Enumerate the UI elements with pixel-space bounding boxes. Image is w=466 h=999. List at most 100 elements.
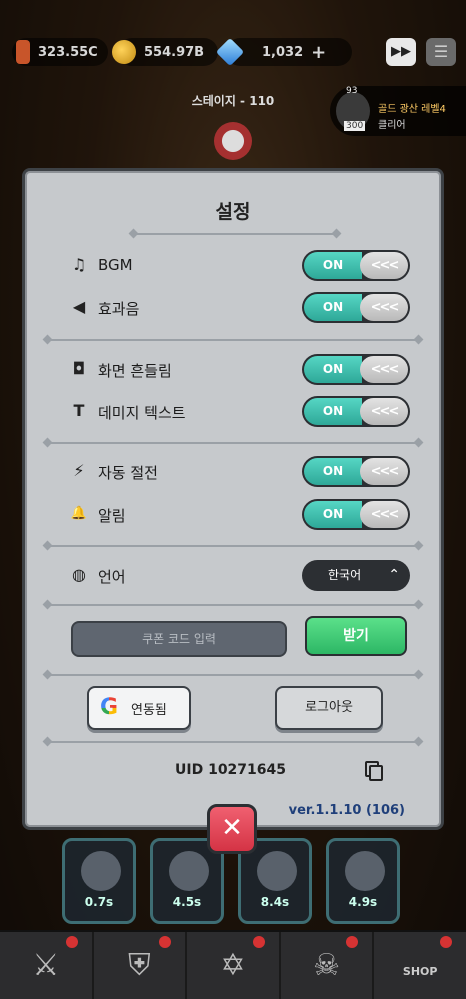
language-value: 한국어 xyxy=(328,568,362,582)
setting-label: 데미지 텍스트 xyxy=(98,404,186,422)
nav-item-weapons[interactable]: ⚔ xyxy=(0,932,94,999)
version-label: ver.1.1.10 (106) xyxy=(288,803,405,818)
camera-icon: ◘ xyxy=(72,359,86,378)
quest-title: 골드 광산 레벨4 xyxy=(378,104,446,115)
quest-progress-current: 93 xyxy=(346,86,358,96)
toggle-knob: <<< xyxy=(360,252,408,279)
setting-label: BGM xyxy=(98,256,133,274)
coin-icon xyxy=(112,40,136,64)
setting-label: 알림 xyxy=(98,507,126,525)
toggle-knob: <<< xyxy=(360,294,408,321)
toggle-knob: <<< xyxy=(360,501,408,528)
gem-value: 1,032 xyxy=(262,44,304,60)
attack-power-counter: 323.55C xyxy=(12,38,108,66)
skull-icon: ☠ xyxy=(313,948,341,983)
section-divider xyxy=(47,604,419,606)
redeem-button[interactable]: 받기 xyxy=(305,616,407,656)
setting-row-sfx: ◀ 효과음 ON <<< xyxy=(69,292,410,323)
section-divider xyxy=(47,339,419,341)
sword-icon xyxy=(16,40,30,64)
top-hud: 323.55C 554.97B 1,032 + ▶▶ ☰ xyxy=(0,0,466,100)
section-divider xyxy=(47,741,419,743)
notification-dot xyxy=(159,936,172,948)
notification-dot xyxy=(252,936,265,948)
gold-value: 554.97B xyxy=(144,44,205,60)
logout-button[interactable]: 로그아웃 xyxy=(275,686,383,730)
close-button[interactable]: ✕ xyxy=(207,804,257,854)
section-divider xyxy=(47,545,419,547)
setting-label: 자동 절전 xyxy=(98,464,158,482)
damage-text-icon: T xyxy=(73,401,85,420)
toggle-state: ON xyxy=(304,501,362,528)
hero-avatar xyxy=(345,851,385,891)
notification-dot xyxy=(439,936,452,948)
language-select[interactable]: 한국어 ⌃ xyxy=(302,560,410,591)
setting-row-notifications: 🔔 알림 ON <<< xyxy=(69,499,410,530)
gem-icon xyxy=(215,37,245,67)
speaker-icon: ◀ xyxy=(72,297,86,316)
menu-button[interactable]: ☰ xyxy=(426,38,456,66)
gem-counter[interactable]: 1,032 + xyxy=(215,37,352,67)
fast-forward-button[interactable]: ▶▶ xyxy=(386,38,416,66)
gold-counter: 554.97B xyxy=(112,38,218,66)
google-link-button[interactable]: G 연동됨 xyxy=(87,686,191,730)
language-label: 언어 xyxy=(98,568,126,586)
settings-dialog: 설정 ♫ BGM ON <<< ◀ 효과음 ON <<< ◘ 화면 흔들림 ON… xyxy=(22,168,444,830)
toggle-knob: <<< xyxy=(360,398,408,425)
hero-avatar xyxy=(81,851,121,891)
setting-row-bgm: ♫ BGM ON <<< xyxy=(69,250,410,281)
setting-row-power-save: ⚡ 자동 절전 ON <<< xyxy=(69,456,410,487)
screen-shake-toggle[interactable]: ON <<< xyxy=(302,354,410,385)
notification-dot xyxy=(65,936,78,948)
helmet-icon: ⛨ xyxy=(128,948,151,983)
copy-icon[interactable] xyxy=(365,761,383,781)
hero-avatar xyxy=(169,851,209,891)
nav-item-shop[interactable]: SHOP xyxy=(374,932,466,999)
toggle-state: ON xyxy=(304,252,362,279)
google-link-label: 연동됨 xyxy=(131,703,167,718)
bell-icon: 🔔 xyxy=(70,506,88,521)
nav-item-book[interactable]: ✡ xyxy=(187,932,281,999)
bgm-toggle[interactable]: ON <<< xyxy=(302,250,410,281)
hero-cooldown: 4.5s xyxy=(172,895,202,909)
shop-icon: SHOP xyxy=(402,965,438,978)
hero-cooldown: 8.4s xyxy=(260,895,290,909)
toggle-state: ON xyxy=(304,458,362,485)
chevron-up-icon: ⌃ xyxy=(388,567,400,583)
hero-cooldown: 0.7s xyxy=(84,895,114,909)
setting-row-damage-text: T 데미지 텍스트 ON <<< xyxy=(69,396,410,427)
google-icon: G xyxy=(97,696,121,720)
lightning-icon: ⚡ xyxy=(73,461,85,480)
toggle-knob: <<< xyxy=(360,458,408,485)
bottom-navigation: ⚔ ⛨ ✡ ☠ SHOP xyxy=(0,930,466,999)
hero-card[interactable]: 4.9s xyxy=(326,838,400,924)
toggle-state: ON xyxy=(304,294,362,321)
hero-card[interactable]: 0.7s xyxy=(62,838,136,924)
damage-text-toggle[interactable]: ON <<< xyxy=(302,396,410,427)
quest-subtitle: 클리어 xyxy=(378,120,406,131)
nav-item-skull[interactable]: ☠ xyxy=(281,932,375,999)
nav-item-equipment[interactable]: ⛨ xyxy=(94,932,188,999)
coupon-code-input[interactable]: 쿠폰 코드 입력 xyxy=(71,621,287,657)
notification-dot xyxy=(346,936,359,948)
power-save-toggle[interactable]: ON <<< xyxy=(302,456,410,487)
settings-title: 설정 xyxy=(215,201,251,223)
music-note-icon: ♫ xyxy=(71,255,87,274)
setting-label: 화면 흔들림 xyxy=(98,362,172,380)
title-divider xyxy=(133,233,337,235)
attack-power-value: 323.55C xyxy=(38,44,98,60)
setting-row-screen-shake: ◘ 화면 흔들림 ON <<< xyxy=(69,354,410,385)
hero-avatar xyxy=(257,851,297,891)
toggle-state: ON xyxy=(304,398,362,425)
sfx-toggle[interactable]: ON <<< xyxy=(302,292,410,323)
setting-label: 효과음 xyxy=(98,300,140,318)
section-divider xyxy=(47,674,419,676)
gem-add-icon[interactable]: + xyxy=(311,42,326,63)
hero-cooldown: 4.9s xyxy=(348,895,378,909)
boss-skull-icon xyxy=(214,122,252,160)
setting-row-language: ◍ 언어 한국어 ⌃ xyxy=(69,560,410,591)
quest-panel[interactable]: 93 300 골드 광산 레벨4 클리어 xyxy=(330,86,466,136)
globe-icon: ◍ xyxy=(72,565,86,584)
user-id-label: UID 10271645 xyxy=(175,762,287,778)
notifications-toggle[interactable]: ON <<< xyxy=(302,499,410,530)
